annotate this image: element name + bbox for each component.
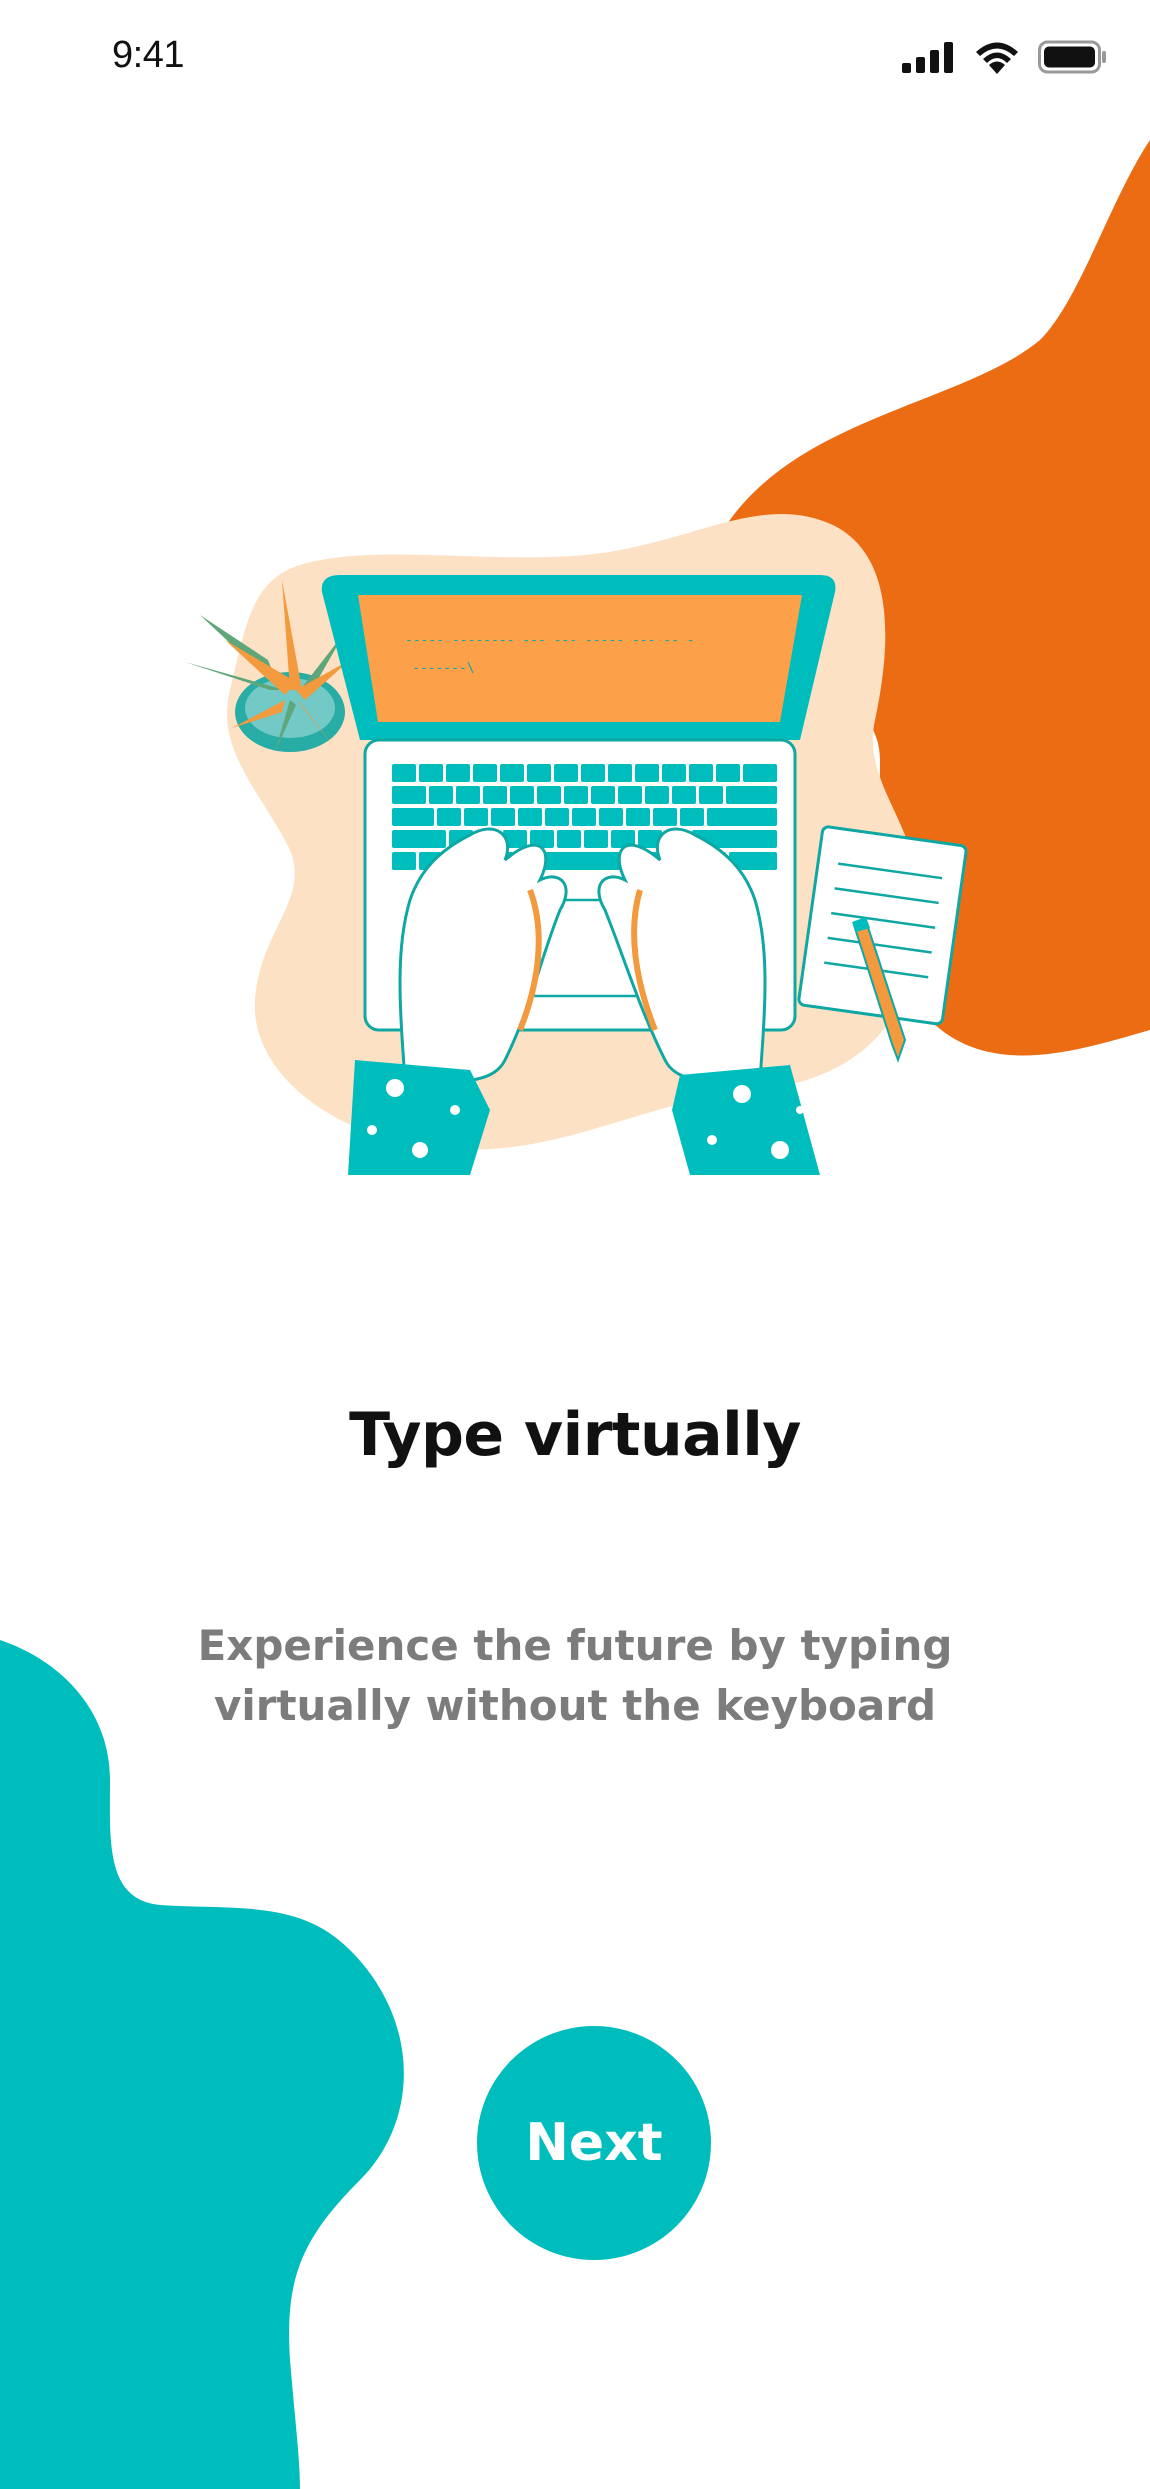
onboarding-title: Type virtually (349, 1400, 801, 1470)
screen-text-line1: ----- -------- --- --- ----- --- -- - (405, 633, 695, 648)
laptop-screen: ----- -------- --- --- ----- --- -- - --… (321, 575, 836, 740)
onboarding-description: Experience the future by typing virtuall… (175, 1616, 975, 1736)
next-button[interactable]: Next (477, 2026, 711, 2260)
laptop-typing-illustration: ----- -------- --- --- ----- --- -- - --… (185, 513, 968, 1175)
screen-text-line2: -------\ (412, 661, 475, 676)
next-button-label: Next (525, 2113, 663, 2173)
description-line-2: virtually without the keyboard (213, 1681, 937, 1730)
description-line-1: Experience the future by typing (197, 1621, 953, 1670)
